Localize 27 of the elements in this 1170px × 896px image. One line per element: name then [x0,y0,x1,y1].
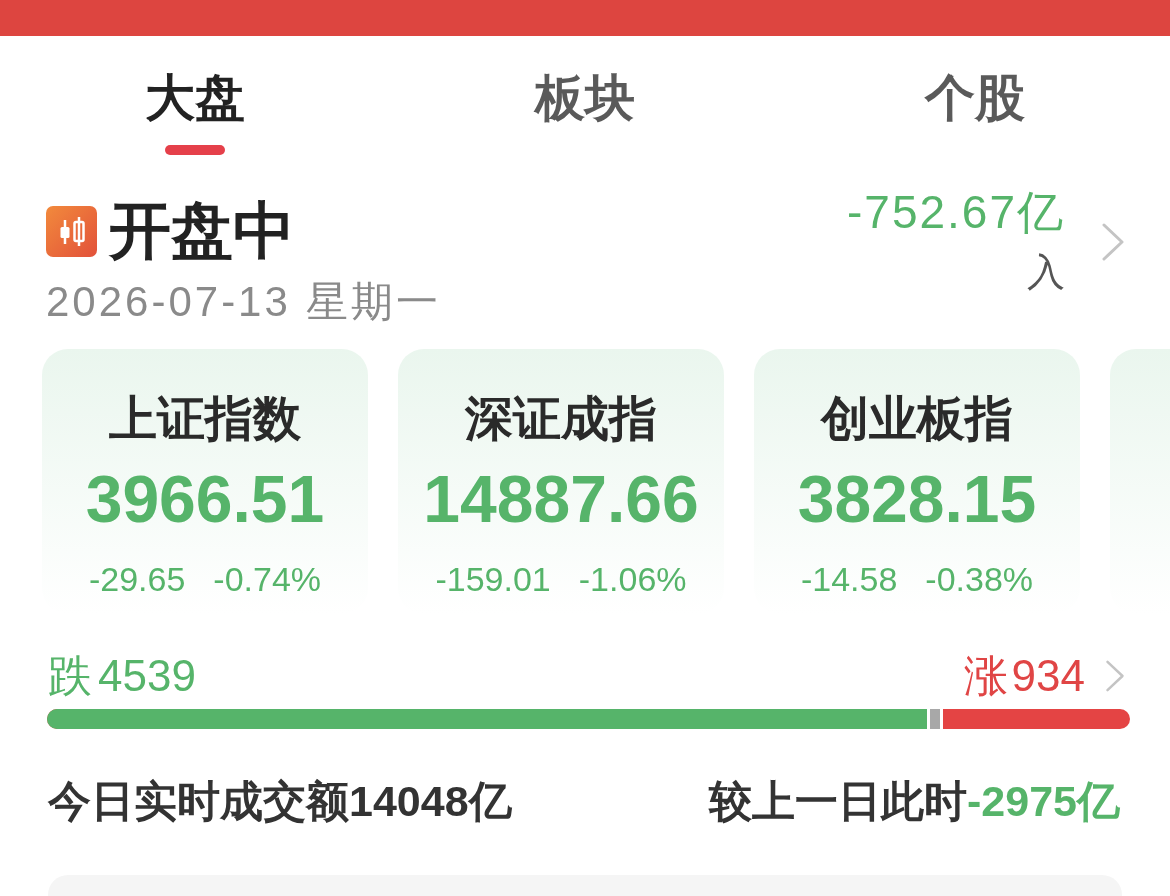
chevron-right-icon[interactable] [1101,222,1125,262]
index-value: 3828.15 [797,463,1037,535]
index-change-percent: -0.74% [213,559,322,599]
index-value: 14887.66 [423,463,699,535]
candlestick-icon [46,205,97,257]
index-name: 创业板指 [821,391,1013,447]
rise-count: 涨934 [963,651,1085,701]
tab[interactable]: 板块 [390,36,780,165]
index-change: -14.58 [800,559,898,599]
turnover-compare-text: 较上一日此时-2975亿 [709,777,1120,825]
separator-mark [927,709,944,729]
net-flow-value: -752.67亿 [847,188,1065,236]
index-name: 上证指数 [109,391,301,447]
tab[interactable]: 大盘 [0,36,390,165]
index-change: -159.01 [435,559,551,599]
index-change-percent: -0.38% [925,559,1034,599]
chevron-right-icon[interactable] [1105,659,1125,693]
market-status-title: 开盘中 [109,198,295,264]
date-text: 2026-07-13 星期一 [46,280,441,324]
index-name: 深证成指 [465,391,657,447]
fall-count: 跌4539 [48,651,196,701]
tab[interactable]: 个股 [780,36,1170,165]
flow-caption: 入 [1027,252,1065,292]
turnover-text: 今日实时成交额14048亿 [48,777,512,825]
index-change-percent: -1.06% [578,559,687,599]
index-change: -29.65 [88,559,186,599]
index-value: 3966.51 [85,463,325,535]
